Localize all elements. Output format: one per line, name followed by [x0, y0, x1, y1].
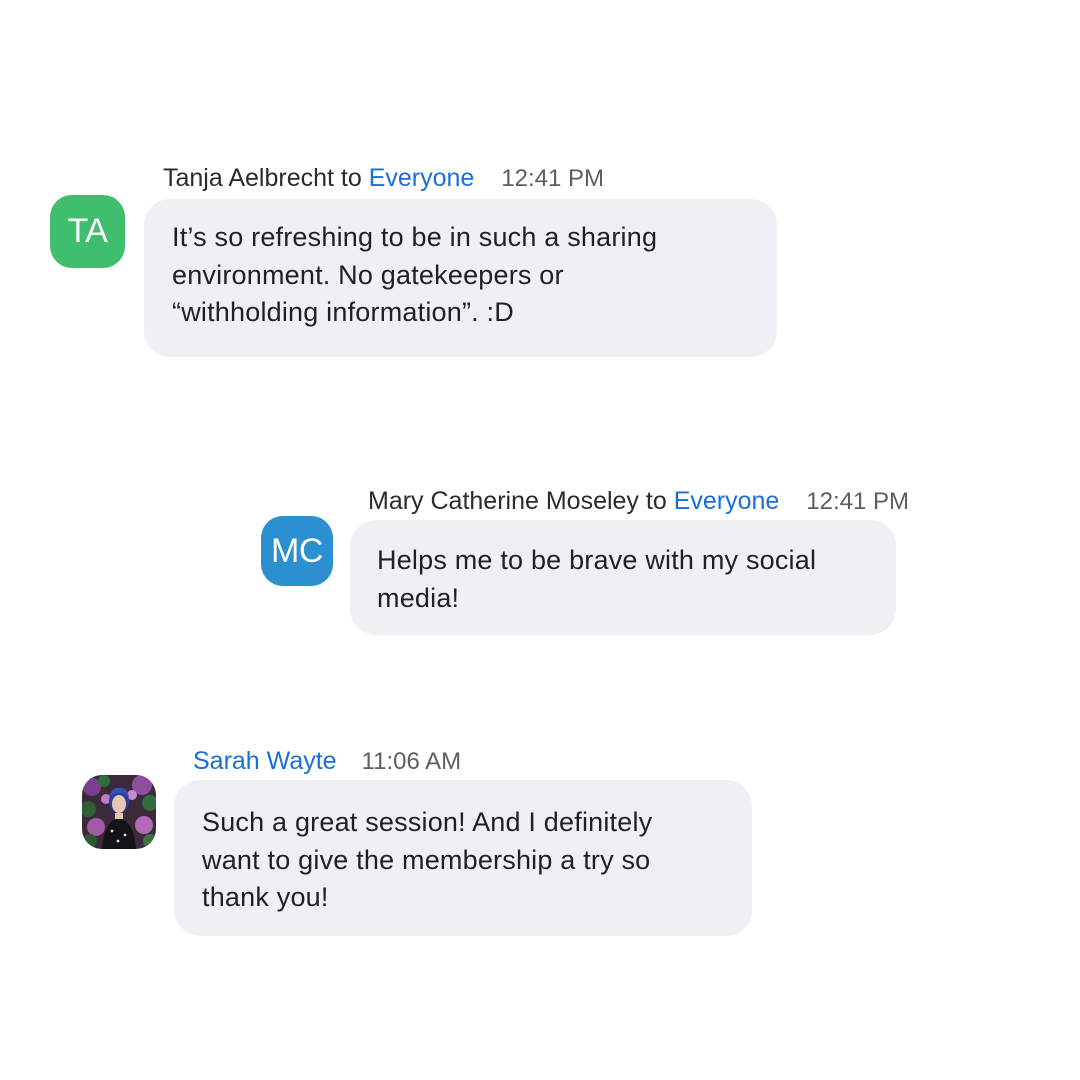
message-header: Mary Catherine Moseley to Everyone 12:41…: [368, 486, 909, 517]
message-time: 12:41 PM: [806, 488, 910, 515]
avatar-photo: [82, 775, 156, 849]
message-header: Sarah Wayte 11:06 AM: [193, 746, 461, 777]
message-bubble: Helps me to be brave with my social medi…: [350, 520, 896, 635]
to-label: to: [340, 164, 362, 192]
sender-name[interactable]: Sarah Wayte: [193, 747, 337, 775]
avatar-initials: MC: [271, 531, 323, 570]
message-bubble: It’s so refreshing to be in such a shari…: [144, 199, 777, 357]
to-label: to: [645, 487, 667, 515]
avatar-initials: TA: [67, 212, 108, 250]
sender-name: Mary Catherine Moseley: [368, 487, 639, 515]
message-time: 12:41 PM: [501, 165, 605, 192]
profile-photo-icon[interactable]: [82, 775, 156, 849]
avatar[interactable]: TA: [50, 195, 125, 268]
chat-panel: Tanja Aelbrecht to Everyone 12:41 PM TA …: [0, 0, 1080, 1080]
message-time: 11:06 AM: [361, 748, 462, 775]
avatar[interactable]: MC: [261, 516, 333, 586]
recipient-link[interactable]: Everyone: [674, 487, 780, 515]
sender-name: Tanja Aelbrecht: [163, 164, 334, 192]
recipient-link[interactable]: Everyone: [369, 164, 475, 192]
message-header: Tanja Aelbrecht to Everyone 12:41 PM: [163, 163, 604, 194]
message-bubble: Such a great session! And I definitely w…: [174, 780, 752, 936]
